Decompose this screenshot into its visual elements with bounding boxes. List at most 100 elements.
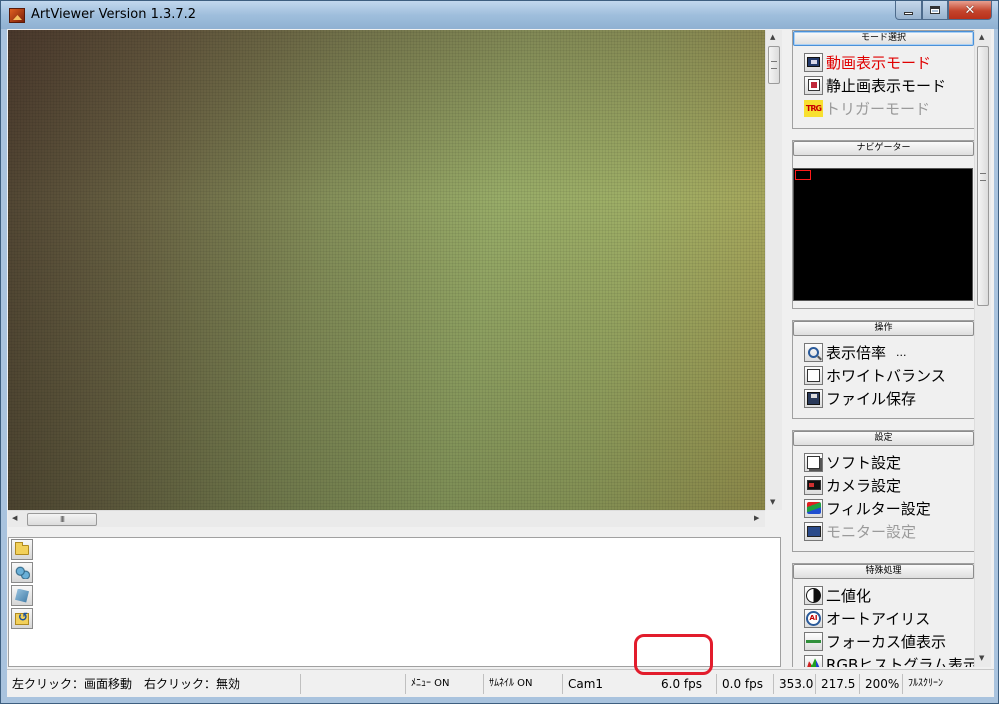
save-fps-status: 0.0 fps [716,674,772,694]
thumbnail-toolbar [11,539,35,631]
rgb-histogram-label: RGBヒストグラム表示 [826,655,974,668]
camera-settings-label: カメラ設定 [826,476,902,495]
position-y-status: 217.5 [815,674,858,694]
fullscreen-status[interactable]: ﾌﾙｽｸﾘｰﾝ [902,674,972,694]
client-area: ▲ ▼ ◀ III ▶ モード選択 動画表示モード [7,29,994,697]
software-settings-label: ソフト設定 [826,453,902,472]
thumbnail-toggle-status[interactable]: ｻﾑﾈｲﾙ ON [483,674,561,694]
minimize-icon [904,11,913,15]
magnifier-icon [804,342,823,362]
still-mode-label: 静止画表示モード [826,76,947,95]
scroll-up-arrow-icon[interactable]: ▲ [770,33,775,41]
binarize-item[interactable]: 二値化 [804,585,871,605]
side-scroll-down-arrow-icon[interactable]: ▼ [979,654,984,662]
camera-status: Cam1 [562,674,639,694]
focus-value-label: フォーカス値表示 [826,632,947,651]
status-bar: 左クリック：画面移動 右クリック：無効 ﾒﾆｭｰ ON ｻﾑﾈｲﾙ ON Cam… [7,669,994,697]
side-panel-vertical-scrollbar[interactable]: ▲ ▼ [974,30,991,667]
settings-group: 設定 ソフト設定 カメラ設定 フィルター設定 モニター設定 [792,430,974,552]
operation-header[interactable]: 操作 [793,321,974,336]
refresh-folder-icon [15,610,29,625]
scroll-left-arrow-icon[interactable]: ◀ [12,514,17,522]
trigger-icon: TRG [804,99,823,117]
close-button[interactable]: ✕ [948,1,992,20]
thumbnail-panel[interactable] [8,537,781,667]
scroll-down-arrow-icon[interactable]: ▼ [770,498,775,506]
software-settings-icon [804,452,823,472]
rgb-histogram-icon [804,654,823,667]
scroll-right-arrow-icon[interactable]: ▶ [754,514,759,522]
image-vertical-scroll-thumb[interactable] [768,46,780,84]
image-horizontal-scrollbar[interactable]: ◀ III ▶ [8,510,765,527]
video-monitor-icon [804,52,823,72]
image-vertical-scrollbar[interactable]: ▲ ▼ [765,30,782,510]
focus-value-item[interactable]: フォーカス値表示 [804,631,946,651]
camera-button[interactable] [11,585,33,606]
floppy-disk-icon [804,388,823,408]
white-balance-label: ホワイトバランス [826,366,946,385]
white-balance-item[interactable]: ホワイトバランス [804,365,946,385]
auto-iris-label: オートアイリス [826,609,931,628]
side-panel-scroll-thumb[interactable] [977,46,989,306]
close-icon: ✕ [964,2,976,18]
navigator-group: ナビゲーター [792,140,974,309]
camera-settings-item[interactable]: カメラ設定 [804,475,901,495]
binarize-label: 二値化 [826,586,872,605]
multi-camera-button[interactable] [11,562,33,583]
special-processing-header[interactable]: 特殊処理 [793,564,974,579]
status-spacer [300,674,385,694]
focus-value-icon [804,631,823,651]
monitor-settings-label: モニター設定 [826,522,917,541]
control-side-panel: モード選択 動画表示モード 静止画表示モード TRG トリガーモード ナビゲータ… [792,30,974,667]
navigator-view-rect[interactable] [795,170,811,180]
monitor-settings-icon [804,521,823,541]
file-save-item[interactable]: ファイル保存 [804,388,916,408]
display-zoom-label: 表示倍率 [826,343,887,362]
video-mode-label: 動画表示モード [826,53,932,72]
open-folder-button[interactable] [11,539,33,560]
maximize-icon [930,6,940,14]
multi-camera-icon [14,566,30,579]
software-settings-item[interactable]: ソフト設定 [804,452,901,472]
maximize-button[interactable] [922,1,948,20]
settings-header[interactable]: 設定 [793,431,974,446]
minimize-button[interactable] [895,1,922,20]
camera-settings-icon [804,475,823,495]
position-x-status: 353.0 [773,674,815,694]
auto-iris-item[interactable]: AI オートアイリス [804,608,930,628]
refresh-folder-button[interactable] [11,608,33,629]
rgb-histogram-item[interactable]: RGBヒストグラム表示 [804,654,974,667]
zoom-status: 200% [859,674,901,694]
menu-toggle-status[interactable]: ﾒﾆｭｰ ON [405,674,481,694]
display-fps-status: 6.0 fps [661,677,702,691]
image-horizontal-scroll-thumb[interactable]: III [27,513,97,526]
folder-icon [15,541,29,555]
still-mode-item[interactable]: 静止画表示モード [804,75,946,95]
mode-select-header[interactable]: モード選択 [793,31,974,46]
filter-settings-label: フィルター設定 [826,499,931,518]
special-processing-group: 特殊処理 二値化 AI オートアイリス フォーカス値表示 RGBヒストグラム表示 [792,563,974,667]
filter-settings-icon [804,498,823,518]
file-save-label: ファイル保存 [826,389,917,408]
operation-group: 操作 表示倍率 ... ホワイトバランス ファイル保存 [792,320,974,419]
white-balance-icon [804,365,823,385]
side-scroll-up-arrow-icon[interactable]: ▲ [979,33,984,41]
window-title: ArtViewer Version 1.3.7.2 [31,7,197,22]
filter-settings-item[interactable]: フィルター設定 [804,498,931,518]
title-bar[interactable]: ArtViewer Version 1.3.7.2 ✕ [1,1,998,29]
trigger-mode-item[interactable]: TRG トリガーモード [804,98,930,118]
app-window: ArtViewer Version 1.3.7.2 ✕ ▲ ▼ ◀ III ▶ [0,0,999,704]
click-hint-status: 左クリック：画面移動 右クリック：無効 [12,677,241,691]
monitor-settings-item[interactable]: モニター設定 [804,521,916,541]
auto-iris-icon: AI [804,608,823,628]
video-mode-item[interactable]: 動画表示モード [804,52,931,72]
display-zoom-item[interactable]: 表示倍率 ... [804,342,907,362]
camera-image-view[interactable] [8,30,765,510]
mode-select-group: モード選択 動画表示モード 静止画表示モード TRG トリガーモード [792,30,974,129]
trigger-mode-label: トリガーモード [825,99,931,118]
still-image-icon [804,75,823,95]
binarize-icon [804,585,823,605]
app-logo-icon[interactable] [9,8,25,23]
navigator-canvas[interactable] [793,168,973,301]
navigator-header[interactable]: ナビゲーター [793,141,974,156]
